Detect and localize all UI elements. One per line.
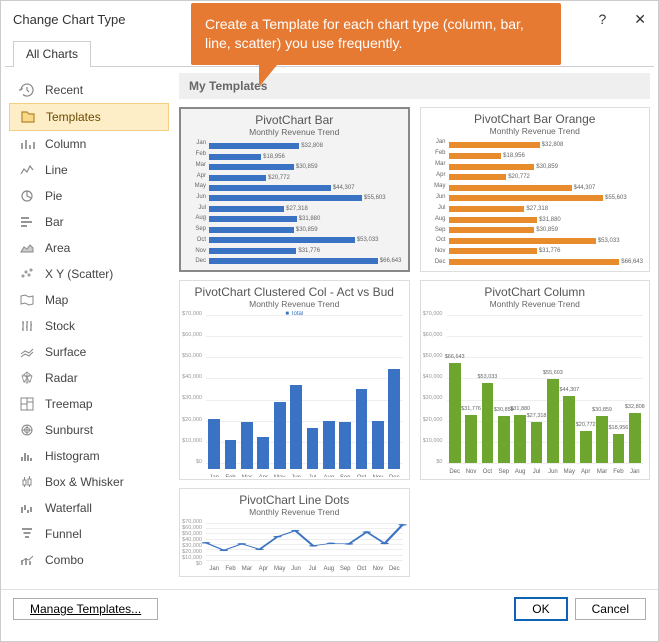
sidebar-item-label: Combo <box>45 553 84 567</box>
sidebar-item-templates[interactable]: Templates <box>9 103 169 131</box>
template-thumbnail[interactable]: PivotChart ColumnMonthly Revenue Trend $7… <box>420 280 651 479</box>
close-button[interactable]: ✕ <box>634 11 646 28</box>
template-name: PivotChart Column <box>423 285 648 299</box>
callout-tooltip: Create a Template for each chart type (c… <box>191 3 561 65</box>
template-name: PivotChart Bar Orange <box>423 112 648 126</box>
template-thumbnail[interactable]: PivotChart Clustered Col - Act vs BudMon… <box>179 280 410 479</box>
button-bar: Manage Templates... OK Cancel <box>1 589 658 628</box>
sidebar-item-label: Waterfall <box>45 501 92 515</box>
chart-type-icon <box>19 318 35 334</box>
chart-type-icon <box>19 396 35 412</box>
sidebar-item-line[interactable]: Line <box>9 157 169 183</box>
sidebar-item-surface[interactable]: Surface <box>9 339 169 365</box>
template-subtitle: Monthly Revenue Trend <box>423 299 648 309</box>
panel-title: My Templates <box>179 73 650 99</box>
sidebar-item-label: Histogram <box>45 449 100 463</box>
tab-all-charts[interactable]: All Charts <box>13 41 91 67</box>
chart-type-icon <box>19 474 35 490</box>
sidebar-item-label: Templates <box>46 110 101 124</box>
sidebar-item-map[interactable]: Map <box>9 287 169 313</box>
sidebar-item-box-whisker[interactable]: Box & Whisker <box>9 469 169 495</box>
chart-type-icon <box>19 82 35 98</box>
template-preview: $70,000$60,000$50,000$40,000$30,000$20,0… <box>423 311 648 476</box>
sidebar-item-label: Treemap <box>45 397 93 411</box>
chart-type-icon <box>19 448 35 464</box>
template-preview: Jan$32,808Feb$18,956Mar$30,859Apr$20,772… <box>183 139 406 268</box>
cancel-button[interactable]: Cancel <box>575 598 646 620</box>
template-subtitle: Monthly Revenue Trend <box>182 507 407 517</box>
sidebar-item-label: X Y (Scatter) <box>45 267 113 281</box>
sidebar-item-label: Bar <box>45 215 64 229</box>
chart-type-icon <box>19 162 35 178</box>
sidebar-item-treemap[interactable]: Treemap <box>9 391 169 417</box>
ok-button[interactable]: OK <box>515 598 566 620</box>
sidebar-item-label: Sunburst <box>45 423 93 437</box>
sidebar-item-column[interactable]: Column <box>9 131 169 157</box>
sidebar-item-label: Area <box>45 241 70 255</box>
template-name: PivotChart Bar <box>183 113 406 127</box>
chart-type-icon <box>19 500 35 516</box>
chart-type-icon <box>19 214 35 230</box>
sidebar-item-label: Box & Whisker <box>45 475 124 489</box>
template-subtitle: Monthly Revenue Trend <box>182 299 407 309</box>
sidebar-item-pie[interactable]: Pie <box>9 183 169 209</box>
sidebar-item-bar[interactable]: Bar <box>9 209 169 235</box>
sidebar-item-label: Column <box>45 137 86 151</box>
sidebar-item-label: Pie <box>45 189 62 203</box>
sidebar-item-label: Recent <box>45 83 83 97</box>
template-thumbnail[interactable]: PivotChart Bar OrangeMonthly Revenue Tre… <box>420 107 651 272</box>
chart-type-icon <box>19 344 35 360</box>
sidebar-item-label: Stock <box>45 319 75 333</box>
sidebar-item-sunburst[interactable]: Sunburst <box>9 417 169 443</box>
sidebar-item-stock[interactable]: Stock <box>9 313 169 339</box>
template-thumbnail[interactable]: PivotChart Line DotsMonthly Revenue Tren… <box>179 488 410 577</box>
templates-grid: PivotChart BarMonthly Revenue TrendJan$3… <box>179 107 650 577</box>
sidebar-item-x-y-scatter-[interactable]: X Y (Scatter) <box>9 261 169 287</box>
chart-type-sidebar: Recent Templates Column Line Pie Bar Area X Y (… <box>9 73 169 589</box>
help-button[interactable]: ? <box>598 11 606 28</box>
template-preview: ■ Total$70,000$60,000$50,000$40,000$30,0… <box>182 311 407 476</box>
template-name: PivotChart Line Dots <box>182 493 407 507</box>
template-preview: Jan$32,808Feb$18,956Mar$30,859Apr$20,772… <box>423 138 648 269</box>
sidebar-item-label: Radar <box>45 371 78 385</box>
window-title: Change Chart Type <box>13 12 126 27</box>
chart-type-icon <box>19 292 35 308</box>
template-subtitle: Monthly Revenue Trend <box>183 127 406 137</box>
sidebar-item-recent[interactable]: Recent <box>9 77 169 103</box>
manage-templates-button[interactable]: Manage Templates... <box>13 598 158 620</box>
template-name: PivotChart Clustered Col - Act vs Bud <box>182 285 407 299</box>
chart-type-icon <box>19 188 35 204</box>
template-preview: $70,000$60,000$50,000$40,000$30,000$20,0… <box>182 519 407 574</box>
chart-type-icon <box>19 370 35 386</box>
sidebar-item-combo[interactable]: Combo <box>9 547 169 573</box>
chart-type-icon <box>19 526 35 542</box>
chart-type-icon <box>19 266 35 282</box>
sidebar-item-histogram[interactable]: Histogram <box>9 443 169 469</box>
template-subtitle: Monthly Revenue Trend <box>423 126 648 136</box>
sidebar-item-label: Surface <box>45 345 86 359</box>
sidebar-item-area[interactable]: Area <box>9 235 169 261</box>
callout-text: Create a Template for each chart type (c… <box>205 16 524 51</box>
sidebar-item-funnel[interactable]: Funnel <box>9 521 169 547</box>
chart-type-icon <box>20 109 36 125</box>
sidebar-item-waterfall[interactable]: Waterfall <box>9 495 169 521</box>
sidebar-item-label: Funnel <box>45 527 82 541</box>
sidebar-item-label: Line <box>45 163 68 177</box>
template-thumbnail[interactable]: PivotChart BarMonthly Revenue Trend Jan$3… <box>179 107 410 272</box>
chart-type-icon <box>19 136 35 152</box>
sidebar-item-radar[interactable]: Radar <box>9 365 169 391</box>
sidebar-item-label: Map <box>45 293 68 307</box>
chart-type-icon <box>19 422 35 438</box>
chart-type-icon <box>19 552 35 568</box>
chart-type-icon <box>19 240 35 256</box>
